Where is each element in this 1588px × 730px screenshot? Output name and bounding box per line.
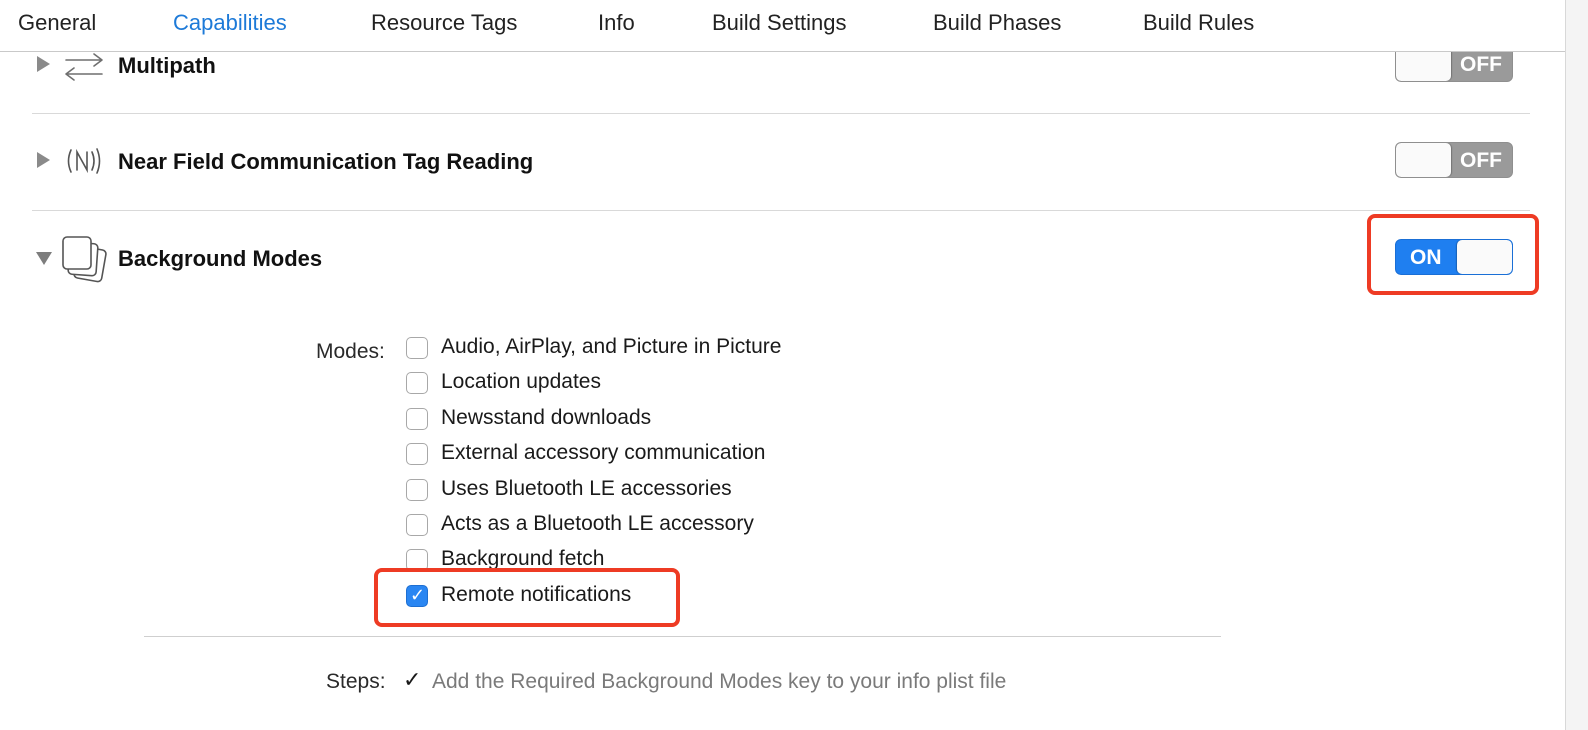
mode-label: Uses Bluetooth LE accessories bbox=[441, 477, 732, 500]
mode-label: Location updates bbox=[441, 370, 601, 393]
row-divider bbox=[32, 210, 1530, 211]
tab-info[interactable]: Info bbox=[598, 10, 635, 36]
nfc-toggle[interactable]: OFF bbox=[1395, 142, 1513, 178]
toggle-highlight-box bbox=[1367, 214, 1539, 295]
toggle-state-label: OFF bbox=[1460, 149, 1502, 172]
background-modes-disclosure-triangle[interactable] bbox=[36, 252, 52, 265]
scrollbar-track[interactable] bbox=[1565, 0, 1588, 730]
mode-checkbox[interactable] bbox=[406, 372, 428, 394]
mode-checkbox[interactable] bbox=[406, 337, 428, 359]
tab-build-settings[interactable]: Build Settings bbox=[712, 10, 847, 36]
nfc-title: Near Field Communication Tag Reading bbox=[118, 149, 534, 174]
steps-divider bbox=[144, 636, 1221, 637]
toggle-knob bbox=[1396, 52, 1451, 81]
nfc-icon bbox=[67, 148, 101, 174]
multipath-title: Multipath bbox=[118, 53, 216, 78]
mode-checkbox[interactable] bbox=[406, 479, 428, 501]
tab-bar: General Capabilities Resource Tags Info … bbox=[0, 0, 1566, 52]
background-modes-title: Background Modes bbox=[118, 246, 323, 271]
tab-build-phases[interactable]: Build Phases bbox=[933, 10, 1061, 36]
remote-notifications-highlight-box bbox=[374, 568, 680, 627]
mode-checkbox[interactable] bbox=[406, 408, 428, 430]
tab-capabilities[interactable]: Capabilities bbox=[173, 10, 287, 36]
steps-label: Steps: bbox=[326, 670, 386, 693]
tab-resource-tags[interactable]: Resource Tags bbox=[371, 10, 517, 36]
step-complete-check-icon: ✓ bbox=[403, 668, 422, 693]
mode-label: Audio, AirPlay, and Picture in Picture bbox=[441, 335, 782, 358]
nfc-disclosure-triangle[interactable] bbox=[37, 152, 50, 168]
modes-label: Modes: bbox=[316, 340, 385, 363]
mode-checkbox[interactable] bbox=[406, 443, 428, 465]
tab-general[interactable]: General bbox=[18, 10, 96, 36]
toggle-state-label: OFF bbox=[1460, 53, 1502, 76]
multipath-disclosure-triangle[interactable] bbox=[37, 56, 50, 72]
mode-label: Acts as a Bluetooth LE accessory bbox=[441, 512, 754, 535]
capabilities-list: Multipath OFF Near Field Communication T… bbox=[0, 52, 1566, 730]
step-text: Add the Required Background Modes key to… bbox=[432, 670, 1007, 693]
tab-build-rules[interactable]: Build Rules bbox=[1143, 10, 1254, 36]
multipath-arrows-icon bbox=[65, 53, 103, 81]
row-divider bbox=[32, 113, 1530, 114]
mode-label: Newsstand downloads bbox=[441, 406, 652, 429]
toggle-knob bbox=[1396, 143, 1451, 177]
mode-label: External accessory communication bbox=[441, 441, 766, 464]
stacked-windows-icon bbox=[62, 236, 107, 283]
multipath-toggle[interactable]: OFF bbox=[1395, 52, 1513, 82]
mode-checkbox[interactable] bbox=[406, 514, 428, 536]
